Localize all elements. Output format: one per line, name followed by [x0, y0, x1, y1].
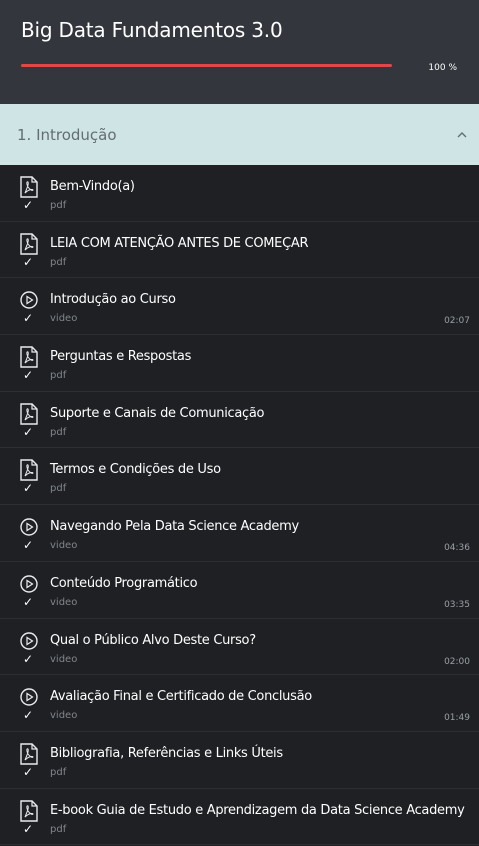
checkmark-icon: ✓: [23, 424, 34, 439]
lesson-title: Navegando Pela Data Science Academy: [50, 519, 299, 535]
lesson-item[interactable]: ✓ Bibliografia, Referências e Links Úteis…: [0, 731, 479, 789]
lesson-type: pdf: [50, 823, 67, 835]
lesson-title: Qual o Público Alvo Deste Curso?: [50, 632, 256, 648]
lesson-title: Perguntas e Respostas: [50, 349, 192, 365]
lesson-item[interactable]: ✓ LEIA COM ATENÇÃO ANTES DE COMEÇAR pdf: [0, 221, 479, 279]
lesson-type: video: [50, 710, 78, 722]
lesson-title: Introdução ao Curso: [50, 292, 176, 308]
checkmark-icon: ✓: [23, 708, 34, 723]
lesson-type: pdf: [50, 483, 67, 495]
lesson-title: LEIA COM ATENÇÃO ANTES DE COMEÇAR: [50, 235, 309, 251]
lesson-title: Conteúdo Programático: [50, 575, 198, 591]
pdf-icon: [20, 176, 38, 198]
lesson-duration: 01:49: [444, 713, 470, 724]
lesson-list: ✓ Bem-Vindo(a) pdf ✓ LEIA COM ATENÇÃO ANTES …: [0, 165, 479, 846]
checkmark-icon: ✓: [23, 254, 34, 269]
lesson-title: Bem-Vindo(a): [50, 179, 135, 194]
lesson-duration: 02:07: [444, 316, 470, 327]
progress-bar-fill: [21, 64, 392, 67]
pdf-icon: [20, 403, 38, 425]
chevron-up-icon[interactable]: [455, 128, 469, 142]
lesson-title: Suporte e Canais de Comunicação: [50, 405, 265, 421]
lesson-type: video: [50, 313, 78, 325]
checkmark-icon: ✓: [23, 594, 34, 609]
lesson-title: E-book Guia de Estudo e Aprendizagem da …: [50, 802, 465, 818]
lesson-item[interactable]: ✓ Avaliação Final e Certificado de Conclu…: [0, 675, 479, 732]
lesson-title: Bibliografia, Referências e Links Úteis: [50, 745, 283, 761]
lesson-duration: 04:36: [444, 543, 470, 554]
lesson-item[interactable]: ✓ Conteúdo Programático video 03:35: [0, 561, 479, 619]
course-title: Big Data Fundamentos 3.0: [21, 18, 283, 42]
pdf-icon: [20, 232, 38, 255]
pdf-icon: [20, 799, 38, 822]
lesson-item[interactable]: ✓ Navegando Pela Data Science Academy vide…: [0, 505, 479, 562]
lesson-item[interactable]: ✓ Bem-Vindo(a) pdf: [0, 165, 479, 222]
lesson-item[interactable]: ✓ Perguntas e Respostas pdf: [0, 335, 479, 392]
lesson-type: video: [50, 653, 78, 665]
lesson-title: Avaliação Final e Certificado de Conclus…: [50, 689, 312, 705]
progress-percent: 100 %: [428, 63, 457, 73]
pdf-icon: [20, 346, 38, 368]
checkmark-icon: ✓: [23, 198, 34, 212]
checkmark-icon: ✓: [23, 538, 34, 553]
checkmark-icon: ✓: [23, 311, 34, 326]
checkmark-icon: ✓: [23, 481, 34, 496]
lesson-item[interactable]: ✓ Introdução ao Curso video 02:07: [0, 278, 479, 336]
play-circle-icon: [20, 630, 38, 652]
play-circle-icon: [20, 289, 38, 311]
lesson-type: pdf: [50, 766, 67, 778]
lesson-item[interactable]: ✓ Suporte e Canais de Comunicação pdf: [0, 391, 479, 449]
section-header-introducao[interactable]: 1. Introdução: [0, 104, 479, 165]
lesson-item[interactable]: ✓ Qual o Público Alvo Deste Curso? video 02…: [0, 618, 479, 676]
lesson-type: video: [50, 540, 78, 552]
checkmark-icon: ✓: [23, 821, 34, 836]
lesson-type: pdf: [50, 200, 67, 211]
lesson-type: pdf: [50, 370, 67, 382]
play-circle-icon: [20, 573, 38, 595]
lesson-type: pdf: [50, 256, 67, 268]
checkmark-icon: ✓: [23, 368, 34, 383]
play-circle-icon: [20, 516, 38, 538]
pdf-icon: [20, 743, 38, 765]
lesson-duration: 02:00: [444, 656, 470, 667]
lesson-item[interactable]: ✓ Termos e Condições de Uso pdf: [0, 448, 479, 506]
lesson-type: video: [50, 596, 78, 608]
lesson-title: Termos e Condições de Uso: [50, 462, 221, 478]
section-title: 1. Introdução: [17, 126, 117, 144]
lesson-item[interactable]: ✓ E-book Guia de Estudo e Aprendizagem da…: [0, 788, 479, 846]
progress-bar: [21, 64, 392, 67]
checkmark-icon: ✓: [23, 651, 34, 666]
course-header: Big Data Fundamentos 3.0 100 %: [0, 0, 479, 104]
checkmark-icon: ✓: [23, 764, 34, 779]
pdf-icon: [20, 459, 38, 482]
play-circle-icon: [20, 686, 38, 708]
lesson-type: pdf: [50, 426, 67, 438]
lesson-duration: 03:35: [444, 599, 470, 610]
